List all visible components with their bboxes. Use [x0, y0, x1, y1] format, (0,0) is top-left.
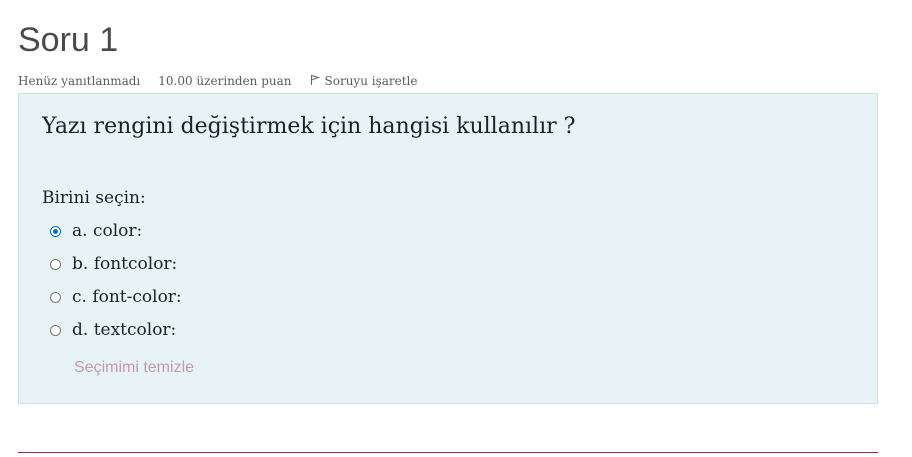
answer-label-c: c. font-color:	[72, 287, 182, 307]
flag-question-link[interactable]: Soruyu işaretle	[310, 72, 418, 89]
flag-question-label: Soruyu işaretle	[324, 73, 418, 88]
question-box: Yazı rengini değiştirmek için hangisi ku…	[18, 93, 878, 404]
answer-label-b: b. fontcolor:	[72, 254, 178, 274]
radio-button-c[interactable]	[50, 291, 61, 303]
question-info: Henüz yanıtlanmadı 10.00 üzerinden puan …	[18, 72, 418, 89]
answer-label-a: a. color:	[72, 221, 143, 241]
radio-button-a[interactable]	[50, 225, 61, 237]
choice-prompt: Birini seçin:	[42, 188, 146, 208]
answer-option-a[interactable]: a. color:	[50, 221, 142, 241]
answer-label-d: d. textcolor:	[72, 320, 177, 340]
flag-icon	[310, 72, 325, 89]
radio-button-b[interactable]	[50, 258, 61, 270]
question-text: Yazı rengini değiştirmek için hangisi ku…	[42, 114, 576, 139]
question-title: Soru 1	[18, 21, 119, 59]
answer-option-c[interactable]: c. font-color:	[50, 287, 182, 307]
clear-choice-link[interactable]: Seçimimi temizle	[74, 359, 194, 377]
section-divider	[18, 452, 878, 453]
answer-option-d[interactable]: d. textcolor:	[50, 320, 176, 340]
answer-status: Henüz yanıtlanmadı	[18, 73, 141, 88]
answer-option-b[interactable]: b. fontcolor:	[50, 254, 177, 274]
question-points: 10.00 üzerinden puan	[158, 73, 292, 88]
radio-button-d[interactable]	[50, 324, 61, 336]
